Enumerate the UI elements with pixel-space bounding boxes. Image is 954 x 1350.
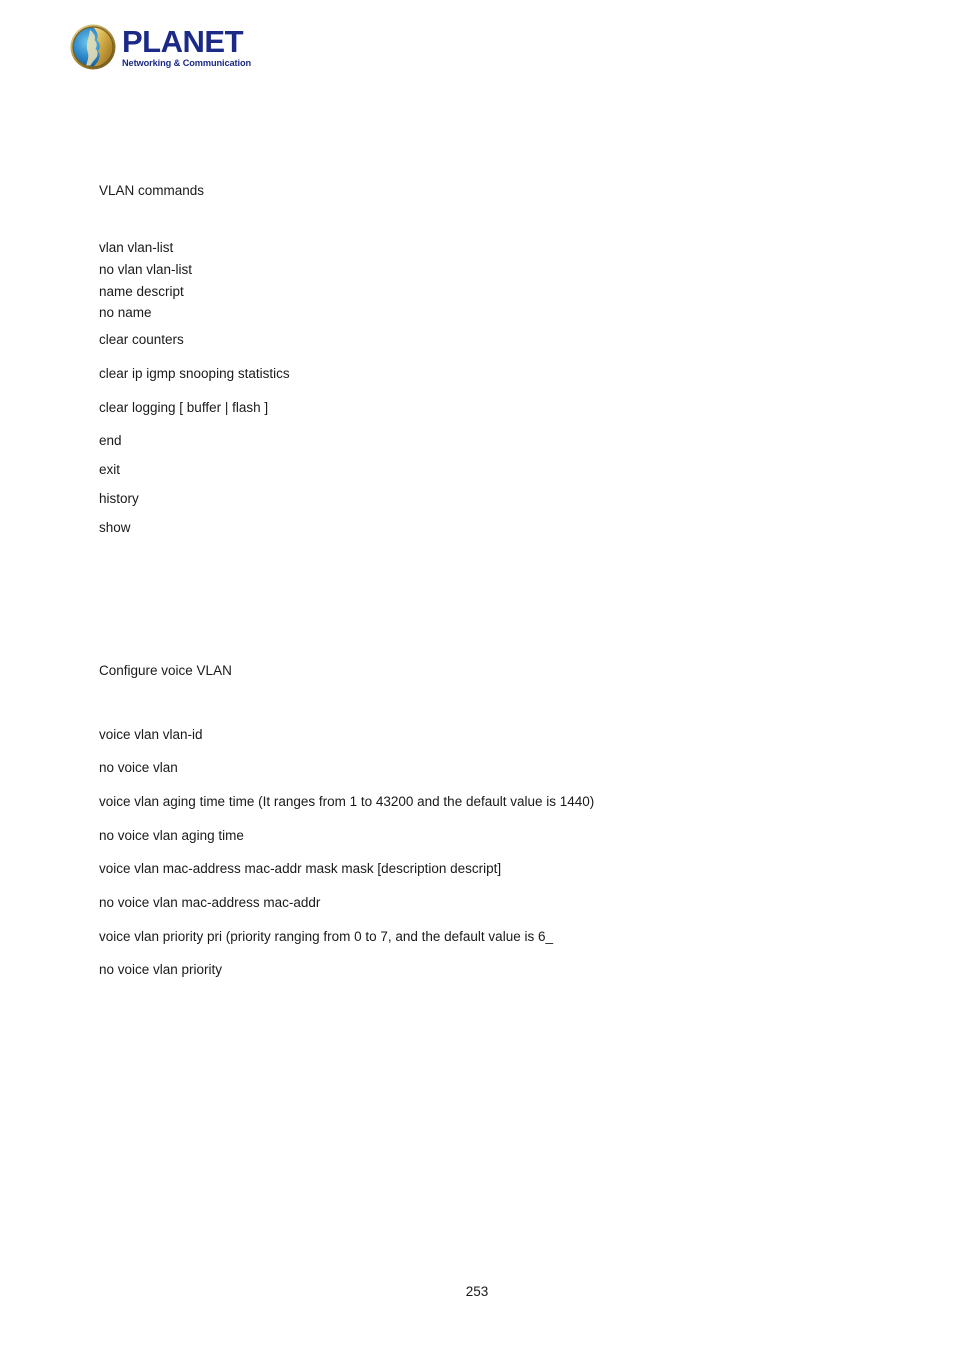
command-line: voice vlan priority pri (priority rangin… — [99, 929, 553, 944]
command-line: no voice vlan aging time — [99, 828, 244, 843]
command-line: end — [99, 433, 122, 448]
command-line: exit — [99, 462, 121, 477]
command-line: name descript — [99, 284, 184, 299]
brand-wordmark: PLANET Networking & Communication — [122, 24, 255, 70]
section-heading-configure-voice-vlan: Configure voice VLAN — [99, 663, 232, 678]
command-line: voice vlan vlan-id — [99, 727, 203, 742]
planet-globe-face-logo-icon — [70, 24, 116, 70]
command-line: no voice vlan priority — [99, 962, 223, 977]
page-header: PLANET Networking & Communication — [70, 24, 370, 80]
brand-tagline: Networking & Communication — [122, 58, 252, 69]
command-line: history — [99, 491, 139, 506]
page-number: 253 — [465, 1284, 489, 1299]
section-heading-vlan-commands: VLAN commands — [99, 183, 205, 198]
command-line: voice vlan aging time time (It ranges fr… — [99, 794, 595, 809]
command-line: no voice vlan mac-address mac-addr — [99, 895, 321, 910]
command-line: show — [99, 520, 131, 535]
command-line: vlan vlan-list — [99, 240, 174, 255]
command-line: no voice vlan — [99, 760, 178, 775]
command-line: no vlan vlan-list — [99, 262, 193, 277]
brand-logo: PLANET Networking & Communication — [70, 24, 370, 70]
command-line: clear ip igmp snooping statistics — [99, 366, 290, 381]
command-line: no name — [99, 305, 152, 320]
document-page: PLANET Networking & Communication VLAN c… — [0, 0, 954, 1350]
command-line: clear logging [ buffer | flash ] — [99, 400, 269, 415]
brand-name: PLANET — [122, 24, 244, 59]
command-line: voice vlan mac-address mac-addr mask mas… — [99, 861, 502, 876]
command-line: clear counters — [99, 332, 184, 347]
